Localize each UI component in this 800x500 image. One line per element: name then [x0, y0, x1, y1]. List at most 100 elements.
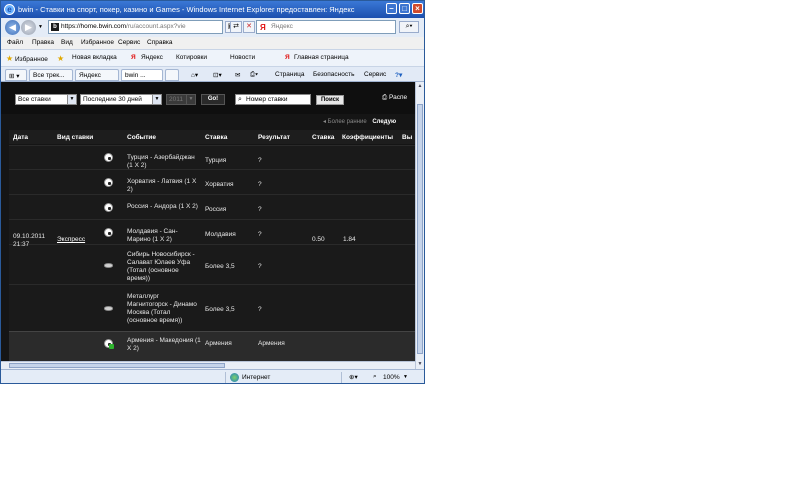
col-stake: Ставка [312, 134, 335, 141]
menu-edit[interactable]: Правка [32, 39, 54, 46]
bet-number-input[interactable]: ⌕ Номер ставки [235, 94, 311, 105]
bwin-favicon-icon: b [51, 23, 59, 31]
football-icon [104, 153, 113, 162]
print-icon[interactable]: ⎙▾ [250, 71, 258, 79]
bet-filters: Все ставки ▼ Последние 30 дней ▼ 2011 ▼ Go!… [1, 82, 415, 114]
zoom-icon[interactable]: ⌕ [373, 373, 377, 381]
zone-label: Интернет [242, 374, 271, 381]
history-dropdown-icon[interactable]: ▼ [38, 24, 43, 30]
mail-icon[interactable]: ✉ [235, 71, 240, 79]
col-date: Дата [13, 134, 29, 141]
minimize-button[interactable]: – [386, 3, 397, 14]
hockey-puck-icon [104, 263, 113, 268]
year-select[interactable]: 2011 ▼ [166, 94, 196, 105]
search-icon: ⌕ [238, 96, 242, 103]
internet-zone-icon [230, 373, 239, 382]
favorites-button[interactable]: ★ Избранное [6, 54, 48, 63]
close-button[interactable]: × [412, 3, 423, 14]
tab-bar: ⊞ ▾ Все трек... Яндекс bwin ... ⌂▾ ⊡▾ ✉ … [1, 66, 424, 82]
col-odds: Коэффициенты [342, 134, 394, 141]
help-icon[interactable]: ?▾ [395, 71, 402, 79]
scroll-down-icon[interactable]: ▼ [417, 361, 423, 368]
table-header: Дата Вид ставки Событие Ставка Результат… [9, 130, 415, 144]
yandex-home-icon: Я [285, 54, 290, 61]
yandex-icon: Я [260, 23, 266, 32]
cmd-tools[interactable]: Сервис [364, 71, 386, 78]
express-link[interactable]: Экспресс [57, 236, 85, 243]
address-toolbar: ◀ ▶ ▼ b https://home.bwin.com/ru/account… [1, 18, 424, 37]
vertical-scrollbar[interactable]: ▲ ▼ [415, 82, 424, 369]
cmd-page[interactable]: Страница [275, 71, 304, 78]
status-bar: Интернет ⊕▾ ⌕ 100% ▼ [1, 369, 424, 383]
chevron-down-icon: ▼ [152, 95, 161, 104]
go-button[interactable]: Go! [201, 94, 225, 105]
forward-button[interactable]: ▶ [21, 20, 36, 35]
bet-date: 09.10.2011 21:37 [13, 233, 46, 248]
stake-value: 0.50 [312, 236, 325, 243]
col-bet: Ставка [205, 134, 228, 141]
hockey-puck-icon [104, 306, 113, 311]
odds-value: 1.84 [343, 236, 356, 243]
new-tab-button[interactable] [165, 69, 179, 81]
horizontal-scrollbar[interactable] [1, 361, 415, 369]
protected-mode-icon[interactable]: ⊕▾ [349, 373, 358, 381]
compatibility-icon[interactable]: ⇄ [230, 21, 242, 33]
fav-yandex[interactable]: Яндекс [141, 54, 163, 61]
table-row: Россия - Андора (1 X 2) Россия ? [9, 194, 415, 219]
scroll-up-icon[interactable]: ▲ [417, 83, 423, 90]
stop-icon[interactable]: ✕ [243, 21, 255, 33]
search-go-icon[interactable]: ⌕▾ [399, 21, 419, 33]
football-icon [104, 228, 113, 237]
zoom-level[interactable]: 100% [383, 374, 400, 381]
browser-window: e bwin - Ставки на спорт, покер, казино … [0, 0, 425, 384]
menu-tools[interactable]: Сервис [118, 39, 140, 46]
menu-favorites[interactable]: Избранное [81, 39, 114, 46]
menu-bar: Файл Правка Вид Избранное Сервис Справка [1, 37, 424, 49]
col-winnings: Вы [402, 134, 413, 141]
maximize-button[interactable]: □ [399, 3, 410, 14]
menu-view[interactable]: Вид [61, 39, 73, 46]
quick-tabs-button[interactable]: ⊞ ▾ [5, 69, 27, 81]
printer-icon: ⎙ [382, 94, 390, 101]
fav-new-tab[interactable]: Новая вкладка [72, 54, 117, 61]
url-input[interactable]: b https://home.bwin.com/ru/account.aspx?… [48, 20, 223, 34]
search-box[interactable]: Я Яндекс [256, 20, 396, 34]
table-row: Сибирь Новосибирск - Салават Юлаев Уфа (… [9, 244, 415, 284]
ie-logo-icon: e [4, 4, 15, 15]
home-icon[interactable]: ⌂▾ [191, 71, 198, 79]
tab-all-tracks[interactable]: Все трек... [29, 69, 73, 81]
fav-news[interactable]: Новости [230, 54, 255, 61]
table-row: Металлург Магнитогорск - Динамо Москва (… [9, 284, 415, 331]
vertical-scroll-thumb[interactable] [417, 104, 423, 354]
tab-bwin[interactable]: bwin ... [121, 69, 163, 81]
fav-quotes[interactable]: Котировки [176, 54, 207, 61]
table-row: Хорватия - Латвия (1 X 2) Хорватия ? [9, 169, 415, 194]
window-title: bwin - Ставки на спорт, покер, казино и … [18, 5, 355, 14]
title-bar: e bwin - Ставки на спорт, покер, казино … [1, 1, 424, 18]
status-divider [225, 372, 226, 383]
period-select[interactable]: Последние 30 дней ▼ [80, 94, 162, 105]
search-button[interactable]: Поиск [316, 95, 344, 105]
add-favorite-icon[interactable]: ★ [57, 54, 64, 63]
horizontal-scroll-thumb[interactable] [9, 363, 225, 368]
prev-page-link[interactable]: ◂ Более ранние [323, 119, 367, 125]
col-event: Событие [127, 134, 157, 141]
chevron-down-icon: ▼ [67, 95, 76, 104]
menu-help[interactable]: Справка [147, 39, 173, 46]
status-divider [341, 372, 342, 383]
tab-yandex[interactable]: Яндекс [75, 69, 119, 81]
cmd-safety[interactable]: Безопасность [313, 71, 354, 78]
menu-file[interactable]: Файл [7, 39, 23, 46]
back-button[interactable]: ◀ [5, 20, 20, 35]
football-icon [104, 203, 113, 212]
next-page-link[interactable]: Следую [372, 119, 396, 125]
yandex-fav-icon: Я [131, 54, 136, 61]
print-link[interactable]: ⎙ Распе [382, 94, 407, 102]
table-row: Армения - Македония (1 X 2) Армения Арме… [9, 331, 415, 361]
bet-type-select[interactable]: Все ставки ▼ [15, 94, 77, 105]
table-row: Турция - Азербайджан (1 X 2) Турция ? [9, 145, 415, 169]
zoom-dropdown-icon[interactable]: ▼ [403, 374, 408, 380]
fav-home-page[interactable]: Главная страница [294, 54, 349, 61]
check-badge-icon [109, 344, 114, 349]
feeds-icon[interactable]: ⊡▾ [213, 71, 222, 79]
